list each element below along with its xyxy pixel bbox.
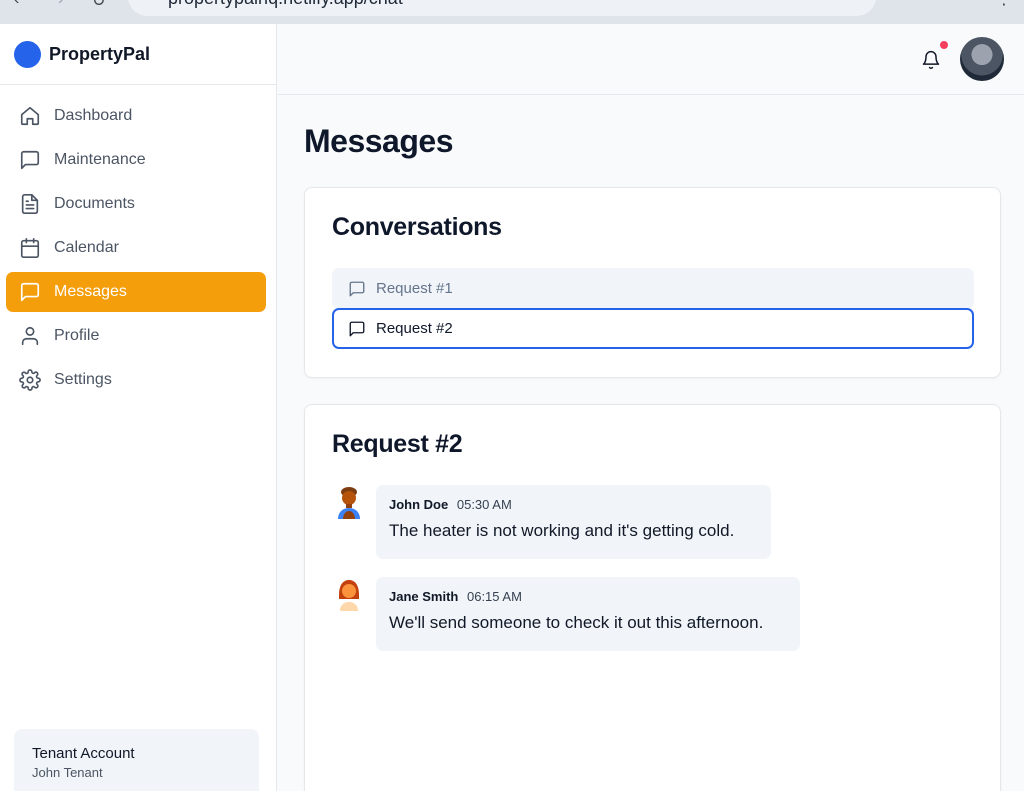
- account-title: Tenant Account: [32, 745, 135, 762]
- browser-toolbar: ‹ › ↻ propertypalhq.netlify.app/chat ⋮: [0, 0, 1024, 24]
- sidebar-item-label: Dashboard: [54, 107, 133, 124]
- sidebar-item-documents[interactable]: Documents: [6, 184, 266, 224]
- account-card[interactable]: Tenant Account John Tenant: [14, 729, 259, 791]
- sidebar-item-settings[interactable]: Settings: [6, 360, 266, 400]
- back-icon[interactable]: ‹: [14, 0, 19, 9]
- calendar-icon: [19, 237, 41, 259]
- user-icon: [19, 325, 41, 347]
- message-square-icon: [348, 280, 366, 298]
- message-square-icon: [19, 149, 41, 171]
- top-bar: [278, 24, 1024, 95]
- notification-badge: [940, 41, 948, 49]
- forward-icon[interactable]: ›: [58, 0, 63, 9]
- conversations-card: Conversations Request #1 Request #2: [304, 187, 1001, 378]
- conversation-label: Request #1: [376, 280, 453, 297]
- conversation-item-request-2[interactable]: Request #2: [332, 308, 974, 349]
- sidebar-item-profile[interactable]: Profile: [6, 316, 266, 356]
- account-name: John Tenant: [32, 765, 103, 780]
- logo-icon: [14, 40, 41, 68]
- message-time: 05:30 AM: [456, 497, 512, 512]
- chat-title: Request #2: [332, 430, 463, 458]
- message-bubble: John Doe 05:30 AM The heater is not work…: [376, 485, 771, 559]
- sidebar: PropertyPal Dashboard Maintenance Docume…: [0, 24, 277, 791]
- sidebar-item-calendar[interactable]: Calendar: [6, 228, 266, 268]
- message-square-icon: [19, 281, 41, 303]
- browser-menu-icon[interactable]: ⋮: [996, 0, 1012, 9]
- brand-name: PropertyPal: [49, 43, 151, 64]
- message-author: John Doe: [389, 497, 449, 512]
- conversation-item-request-1[interactable]: Request #1: [332, 268, 974, 309]
- address-bar-url[interactable]: propertypalhq.netlify.app/chat: [168, 0, 403, 9]
- bell-icon[interactable]: [921, 49, 941, 71]
- user-avatar[interactable]: [960, 37, 1004, 81]
- sidebar-item-label: Calendar: [54, 239, 119, 256]
- message-bubble: Jane Smith 06:15 AM We'll send someone t…: [376, 577, 800, 651]
- avatar: [335, 577, 363, 611]
- sidebar-item-messages[interactable]: Messages: [6, 272, 266, 312]
- page-title: Messages: [304, 123, 453, 159]
- message-square-icon: [348, 320, 366, 338]
- gear-icon: [19, 369, 41, 391]
- message-text: The heater is not working and it's getti…: [389, 521, 735, 540]
- chat-card: Request #2 John Doe 05:30 AM The heater …: [304, 404, 1001, 791]
- message-time: 06:15 AM: [466, 589, 522, 604]
- sidebar-nav: Dashboard Maintenance Documents Calendar…: [0, 85, 276, 400]
- home-icon: [19, 105, 41, 127]
- sidebar-item-maintenance[interactable]: Maintenance: [6, 140, 266, 180]
- sidebar-item-label: Profile: [54, 327, 100, 344]
- conversation-label: Request #2: [376, 320, 453, 337]
- brand[interactable]: PropertyPal: [0, 24, 276, 85]
- sidebar-item-label: Maintenance: [54, 151, 146, 168]
- message-author: Jane Smith: [389, 589, 459, 604]
- conversations-title: Conversations: [332, 213, 502, 241]
- message-text: We'll send someone to check it out this …: [389, 613, 764, 632]
- avatar: [335, 485, 363, 519]
- sidebar-item-label: Documents: [54, 195, 135, 212]
- sidebar-item-label: Messages: [54, 283, 127, 300]
- sidebar-item-dashboard[interactable]: Dashboard: [6, 96, 266, 136]
- file-text-icon: [19, 193, 41, 215]
- reload-icon[interactable]: ↻: [92, 0, 105, 11]
- sidebar-item-label: Settings: [54, 371, 112, 388]
